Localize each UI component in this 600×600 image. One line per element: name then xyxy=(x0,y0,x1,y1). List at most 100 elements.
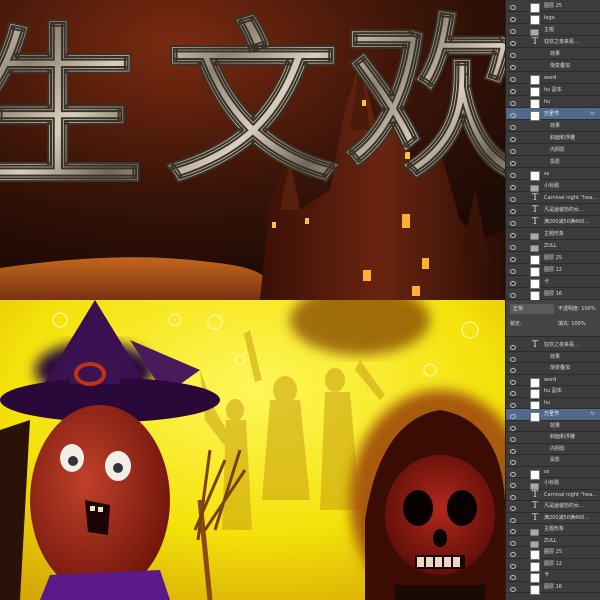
eye-icon[interactable] xyxy=(510,391,516,396)
layer-row[interactable]: 卡 xyxy=(506,570,600,583)
fx-badge[interactable]: fx xyxy=(590,409,595,421)
eye-icon[interactable] xyxy=(510,221,516,226)
layer-row[interactable]: Carnival night "hea… xyxy=(506,192,600,204)
layer-row[interactable]: ZULL xyxy=(506,240,600,252)
eye-icon[interactable] xyxy=(510,137,516,142)
layer-row[interactable]: 凡是画装扮的女… xyxy=(506,501,600,513)
eye-icon[interactable] xyxy=(510,586,516,592)
layer-row[interactable]: 图层 12 xyxy=(506,559,600,572)
opacity-value[interactable]: 100% xyxy=(581,306,595,312)
eye-icon[interactable] xyxy=(510,368,516,373)
layer-row[interactable]: 图层 16 xyxy=(506,288,600,300)
layer-row[interactable]: hu xyxy=(506,398,600,411)
layer-row[interactable]: 效果 xyxy=(506,352,600,363)
layer-row[interactable]: 效果 xyxy=(506,120,600,132)
eye-icon[interactable] xyxy=(510,233,516,238)
eye-icon[interactable] xyxy=(510,563,516,569)
eye-icon[interactable] xyxy=(510,529,516,534)
layer-row[interactable]: 图层 25 xyxy=(506,547,600,560)
layer-row[interactable]: 满200减50满400… xyxy=(506,513,600,524)
layer-row[interactable]: 效果 xyxy=(506,421,600,432)
eye-icon[interactable] xyxy=(510,575,516,580)
eye-icon[interactable] xyxy=(510,269,516,274)
eye-icon[interactable] xyxy=(510,425,516,431)
eye-icon[interactable] xyxy=(510,197,516,202)
eye-icon[interactable] xyxy=(510,101,516,106)
layer-row[interactable]: 凡是画装扮的女… xyxy=(506,204,600,216)
layer-row[interactable]: 投影 xyxy=(506,455,600,467)
layer-row[interactable]: hu xyxy=(506,96,600,109)
layer-row[interactable]: 主题形象 xyxy=(506,524,600,536)
eye-icon[interactable] xyxy=(510,437,516,442)
layer-row[interactable]: 内阴影 xyxy=(506,144,600,156)
layer-row[interactable]: 卡 xyxy=(506,276,600,289)
eye-icon[interactable] xyxy=(510,245,516,250)
layer-row[interactable]: hu 副本 xyxy=(506,84,600,97)
layer-row[interactable]: word xyxy=(506,375,600,388)
layer-row[interactable]: 图层 25 xyxy=(506,0,600,13)
eye-icon[interactable] xyxy=(510,356,516,362)
eye-icon[interactable] xyxy=(510,281,516,286)
layer-row[interactable]: 图层 16 xyxy=(506,582,600,595)
layer-row[interactable]: 内阴影 xyxy=(506,444,600,455)
layer-row[interactable]: ZULL xyxy=(506,536,600,548)
layer-row[interactable]: 万圣节 fx xyxy=(506,409,600,422)
fx-badge[interactable]: fx xyxy=(590,108,595,120)
eye-icon[interactable] xyxy=(510,77,516,82)
eye-icon[interactable] xyxy=(510,41,516,46)
eye-icon[interactable] xyxy=(510,5,516,10)
eye-icon[interactable] xyxy=(510,448,516,454)
eye-icon[interactable] xyxy=(510,540,516,546)
eye-icon[interactable] xyxy=(510,29,516,34)
layer-row[interactable]: 投影 xyxy=(506,156,600,168)
layer-row[interactable]: 渐变叠加 xyxy=(506,60,600,72)
eye-icon[interactable] xyxy=(510,17,516,22)
eye-icon[interactable] xyxy=(510,552,516,557)
eye-icon[interactable] xyxy=(510,494,516,500)
layer-row[interactable]: 狂欢之夜来看… xyxy=(506,36,600,48)
layer-row[interactable]: ss xyxy=(506,467,600,480)
layer-row[interactable]: 效果 xyxy=(506,48,600,60)
layer-row[interactable]: ss xyxy=(506,168,600,181)
layer-row[interactable]: 斜面和浮雕 xyxy=(506,132,600,144)
layer-row[interactable]: 图层 25 xyxy=(506,252,600,265)
eye-icon[interactable] xyxy=(510,506,516,511)
eye-icon[interactable] xyxy=(510,379,516,385)
layer-row[interactable]: 斜面和浮雕 xyxy=(506,432,600,444)
opacity-control[interactable]: 不透明度: 100% xyxy=(558,304,596,314)
eye-icon[interactable] xyxy=(510,113,516,118)
layer-row[interactable]: Carnival night "hea… xyxy=(506,490,600,501)
fill-value[interactable]: 100% xyxy=(571,321,585,327)
layer-row[interactable]: 图层 12 xyxy=(506,264,600,277)
layer-row[interactable]: 满200减50满400… xyxy=(506,216,600,228)
eye-icon[interactable] xyxy=(510,209,516,214)
eye-icon[interactable] xyxy=(510,345,516,350)
eye-icon[interactable] xyxy=(510,414,516,419)
eye-icon[interactable] xyxy=(510,65,516,70)
eye-icon[interactable] xyxy=(510,483,516,488)
eye-icon[interactable] xyxy=(510,517,516,523)
layer-row[interactable]: 万圣节 fx xyxy=(506,108,600,121)
eye-icon[interactable] xyxy=(510,173,516,178)
layer-row[interactable]: word xyxy=(506,72,600,85)
eye-icon[interactable] xyxy=(510,460,516,465)
eye-icon[interactable] xyxy=(510,53,516,58)
layer-row[interactable]: 小标题 xyxy=(506,478,600,490)
eye-icon[interactable] xyxy=(510,257,516,262)
eye-icon[interactable] xyxy=(510,149,516,154)
layer-row[interactable]: 渐变叠加 xyxy=(506,363,600,375)
eye-icon[interactable] xyxy=(510,89,516,94)
layer-row[interactable]: 主题 xyxy=(506,24,600,36)
layer-row[interactable]: logo xyxy=(506,12,600,25)
layer-row[interactable]: 主题形象 xyxy=(506,228,600,240)
eye-icon[interactable] xyxy=(510,161,516,166)
eye-icon[interactable] xyxy=(510,125,516,130)
eye-icon[interactable] xyxy=(510,185,516,190)
blend-mode-select[interactable]: 正常 xyxy=(510,304,554,314)
eye-icon[interactable] xyxy=(510,471,516,477)
eye-icon[interactable] xyxy=(510,293,516,298)
layer-row[interactable]: 小标题 xyxy=(506,180,600,192)
layer-row[interactable]: hu 副本 xyxy=(506,386,600,399)
layer-row[interactable]: 狂欢之夜来看… xyxy=(506,340,600,352)
eye-icon[interactable] xyxy=(510,402,516,408)
